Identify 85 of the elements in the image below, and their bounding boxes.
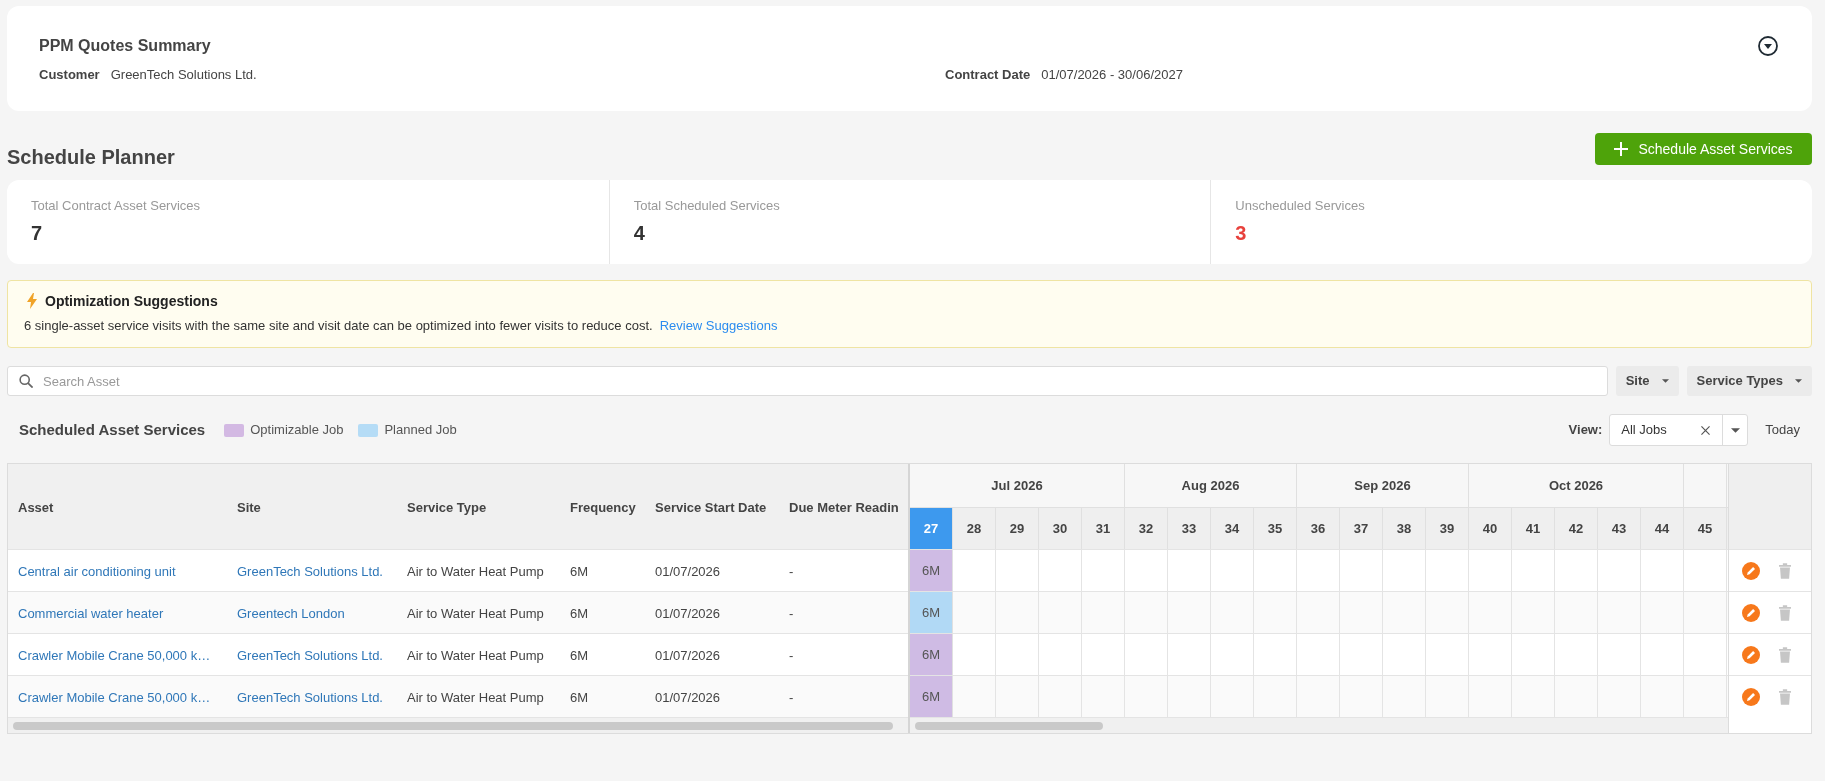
search-icon	[19, 374, 33, 388]
stat-value: 7	[31, 221, 44, 245]
stat-value: 3	[1235, 221, 1248, 245]
asset-link[interactable]: Crawler Mobile Crane 50,000 k…	[18, 647, 211, 663]
trash-icon[interactable]	[1779, 646, 1791, 663]
job-bar[interactable]: 6M	[910, 634, 953, 675]
month-label: Oct 2026	[1548, 476, 1604, 495]
caret-icon	[1795, 379, 1802, 383]
site-link[interactable]: GreenTech Solutions Ltd.	[237, 647, 383, 663]
caret-icon[interactable]	[1730, 427, 1740, 433]
job-bar[interactable]: 6M	[910, 592, 953, 633]
suggestion-message: 6 single-asset service visits with the same site and visit date can be optimized into fewer visits to reduce cost.	[24, 317, 653, 336]
table-cell: 01/07/2026	[655, 563, 721, 579]
field-label: Customer	[39, 66, 100, 84]
horizontal-scrollbar[interactable]	[910, 717, 1728, 733]
month-label: Aug 2026	[1181, 476, 1240, 495]
site-link[interactable]: Greentech London	[237, 605, 345, 621]
edit-icon[interactable]	[1742, 645, 1760, 664]
asset-link[interactable]: Commercial water heater	[18, 605, 164, 621]
suggestion-title: Optimization Suggestions	[45, 291, 218, 311]
column-header[interactable]: Asset	[18, 499, 54, 515]
week-header: 27	[910, 508, 953, 549]
table-cell: Air to Water Heat Pump	[407, 647, 544, 663]
table-cell: -	[789, 563, 794, 579]
table-cell: 01/07/2026	[655, 689, 721, 705]
table-cell: 01/07/2026	[655, 605, 721, 621]
asset-link[interactable]: Central air conditioning unit	[18, 563, 176, 579]
table-cell: Air to Water Heat Pump	[407, 689, 544, 705]
scrollbar-thumb[interactable]	[915, 721, 1103, 730]
job-bar[interactable]: 6M	[910, 676, 953, 717]
stat-label: Total Scheduled Services	[633, 198, 781, 214]
table-cell: 6M	[570, 605, 589, 621]
lightning-icon	[27, 293, 37, 309]
summary-title: PPM Quotes Summary	[39, 36, 212, 56]
column-header[interactable]: Frequency	[570, 499, 636, 515]
column-header[interactable]: Site	[237, 499, 261, 515]
today-button[interactable]: Today	[1765, 420, 1800, 440]
edit-icon[interactable]	[1742, 603, 1760, 622]
edit-icon[interactable]	[1742, 561, 1760, 580]
table-cell: -	[789, 605, 794, 621]
search-field[interactable]: Search Asset	[7, 366, 1608, 396]
table-cell: -	[789, 689, 794, 705]
table-cell: 6M	[570, 563, 589, 579]
stat-label: Unscheduled Services	[1235, 198, 1366, 214]
table-cell: 6M	[570, 647, 589, 663]
schedule-asset-services-button[interactable]: Schedule Asset Services	[1595, 133, 1812, 165]
field-value: GreenTech Solutions Ltd.	[110, 66, 257, 84]
site-link[interactable]: GreenTech Solutions Ltd.	[237, 563, 383, 579]
month-label: Sep 2026	[1354, 476, 1411, 495]
trash-icon[interactable]	[1779, 604, 1791, 621]
edit-icon[interactable]	[1742, 687, 1760, 706]
column-header[interactable]: Due Meter Readin	[789, 499, 899, 515]
stat-value: 4	[633, 221, 646, 245]
column-header[interactable]: Service Start Date	[655, 499, 767, 515]
column-header[interactable]: Service Type	[407, 499, 487, 515]
table-cell: Air to Water Heat Pump	[407, 563, 544, 579]
filter-dropdown[interactable]: Site	[1615, 366, 1679, 396]
trash-icon[interactable]	[1779, 562, 1791, 579]
view-dropdown[interactable]: All Jobs	[1609, 414, 1749, 446]
site-link[interactable]: GreenTech Solutions Ltd.	[237, 689, 383, 705]
review-suggestions-link[interactable]: Review Suggestions	[659, 316, 778, 336]
field-value: 01/07/2026 - 30/06/2027	[1041, 66, 1183, 84]
scrollbar-thumb[interactable]	[13, 721, 893, 730]
clear-icon[interactable]	[1701, 425, 1711, 435]
trash-icon[interactable]	[1779, 688, 1791, 705]
asset-link[interactable]: Crawler Mobile Crane 50,000 k…	[18, 689, 211, 705]
filter-dropdown[interactable]: Service Types	[1686, 366, 1812, 396]
view-label: View:	[1568, 421, 1603, 440]
stat-label: Total Contract Asset Services	[31, 198, 202, 214]
legend-label: Planned Job	[384, 421, 457, 440]
job-bar[interactable]: 6M	[910, 550, 953, 591]
view-value: All Jobs	[1620, 421, 1668, 440]
caret-icon	[1661, 379, 1669, 383]
legend-label: Optimizable Job	[250, 421, 344, 440]
month-label: Jul 2026	[991, 476, 1043, 495]
table-cell: 01/07/2026	[655, 647, 721, 663]
section-title: Scheduled Asset Services	[19, 419, 206, 440]
plus-icon	[1614, 142, 1629, 156]
table-cell: 6M	[570, 689, 589, 705]
page-title: Schedule Planner	[7, 145, 175, 169]
caret-circle-icon[interactable]	[1758, 36, 1778, 56]
field-label: Contract Date	[945, 66, 1031, 84]
table-cell: Air to Water Heat Pump	[407, 605, 544, 621]
horizontal-scrollbar[interactable]	[8, 717, 908, 733]
table-cell: -	[789, 647, 794, 663]
